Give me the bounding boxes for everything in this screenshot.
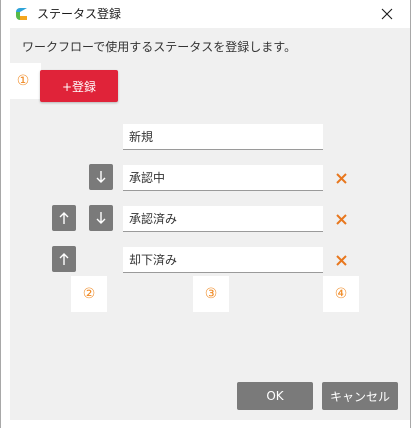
ok-button[interactable]: OK <box>237 382 313 410</box>
window-title: ステータス登録 <box>37 7 122 21</box>
close-icon <box>381 8 393 20</box>
move-down-button-2[interactable] <box>89 164 113 190</box>
status-input-4[interactable] <box>123 247 323 273</box>
status-input-3[interactable] <box>123 206 323 232</box>
status-input-1[interactable] <box>123 124 323 150</box>
window-bottom-edge <box>1 420 410 428</box>
arrow-up-icon <box>59 253 69 265</box>
close-button[interactable] <box>364 0 410 28</box>
marker-3: ③ <box>193 276 229 312</box>
cancel-button[interactable]: キャンセル <box>322 382 398 410</box>
marker-1: ① <box>5 63 41 99</box>
dialog-body: ワークフローで使用するステータスを登録します。 ① +登録 新規 承認中 承認済… <box>5 28 410 420</box>
marker-4: ④ <box>323 276 359 312</box>
delete-button-3[interactable] <box>333 211 349 227</box>
arrow-down-icon <box>96 212 106 224</box>
move-up-button-3[interactable] <box>52 205 76 231</box>
status-registration-dialog: ステータス登録 ワークフローで使用するステータスを登録します。 ① +登録 新規… <box>0 0 411 428</box>
title-bar: ステータス登録 <box>1 0 410 28</box>
delete-icon <box>335 213 347 225</box>
move-up-button-4[interactable] <box>52 246 76 272</box>
status-input-2[interactable] <box>123 165 323 191</box>
arrow-down-icon <box>96 171 106 183</box>
add-status-button[interactable]: +登録 <box>40 70 118 102</box>
delete-icon <box>335 254 347 266</box>
arrow-up-icon <box>59 212 69 224</box>
marker-2: ② <box>71 276 107 312</box>
app-logo-icon <box>16 8 27 20</box>
delete-button-4[interactable] <box>333 252 349 268</box>
move-down-button-3[interactable] <box>89 205 113 231</box>
description-text: ワークフローで使用するステータスを登録します。 <box>22 40 297 54</box>
delete-button-2[interactable] <box>333 170 349 186</box>
delete-icon <box>335 172 347 184</box>
